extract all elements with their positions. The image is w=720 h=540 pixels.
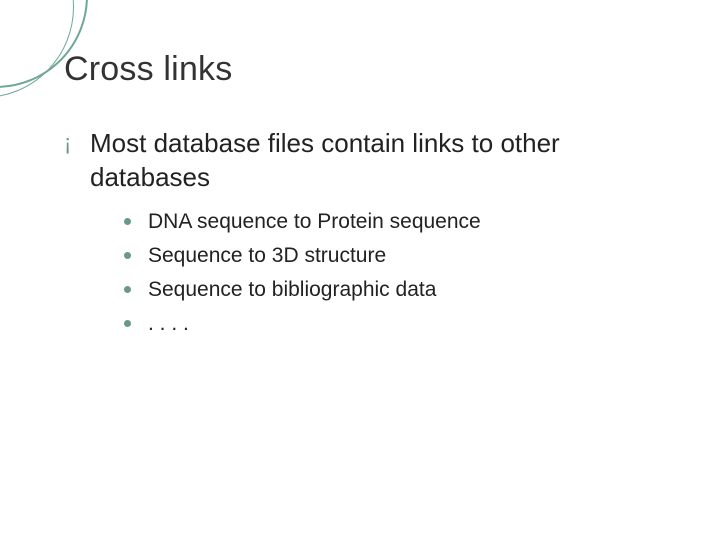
list-item: Sequence to bibliographic data bbox=[124, 276, 680, 304]
slide: Cross links ¡ Most database files contai… bbox=[0, 0, 720, 540]
list-item: Sequence to 3D structure bbox=[124, 242, 680, 270]
list-item-text: Most database files contain links to oth… bbox=[90, 126, 680, 194]
dot-bullet-icon bbox=[124, 310, 148, 327]
list-item-text: . . . . bbox=[148, 310, 189, 338]
list-item: ¡ Most database files contain links to o… bbox=[64, 126, 680, 194]
sub-list: DNA sequence to Protein sequence Sequenc… bbox=[124, 208, 680, 338]
list-item-text: Sequence to 3D structure bbox=[148, 242, 386, 270]
list-item-text: Sequence to bibliographic data bbox=[148, 276, 436, 304]
corner-decoration bbox=[0, 0, 74, 98]
list-item-text: DNA sequence to Protein sequence bbox=[148, 208, 481, 236]
slide-title: Cross links bbox=[64, 50, 232, 89]
ring-bullet-icon: ¡ bbox=[64, 126, 90, 160]
list-item: DNA sequence to Protein sequence bbox=[124, 208, 680, 236]
slide-body: ¡ Most database files contain links to o… bbox=[64, 126, 680, 344]
dot-bullet-icon bbox=[124, 208, 148, 225]
list-item: . . . . bbox=[124, 310, 680, 338]
dot-bullet-icon bbox=[124, 276, 148, 293]
dot-bullet-icon bbox=[124, 242, 148, 259]
